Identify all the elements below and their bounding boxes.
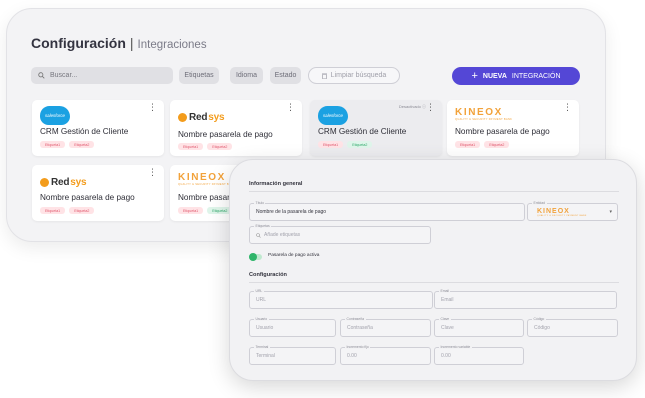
kineox-logo-icon: KINEOX QUALITY & SECURITY PAYMENT BANK bbox=[537, 207, 587, 217]
page-title: Configuración bbox=[31, 35, 126, 51]
divider bbox=[249, 282, 619, 283]
more-options-icon[interactable]: ⋮ bbox=[426, 103, 435, 112]
title-field[interactable]: Título Nombre de la pasarela de pago bbox=[249, 201, 525, 221]
clear-search-button[interactable]: Limpiar búsqueda bbox=[308, 67, 400, 84]
card-name: Nombre pasarela de pago bbox=[178, 130, 273, 139]
new-integration-button[interactable]: + NUEVA INTEGRACIÓN bbox=[452, 67, 580, 85]
password-field[interactable]: Contraseña Contraseña bbox=[340, 317, 431, 337]
tag: Etiqueta2 bbox=[207, 143, 233, 150]
tag: Etiqueta1 bbox=[40, 141, 66, 148]
filter-idioma[interactable]: Idioma bbox=[230, 67, 263, 84]
code-field[interactable]: Código Código bbox=[527, 317, 618, 337]
clear-search-label: Limpiar búsqueda bbox=[330, 72, 387, 79]
new-label: INTEGRACIÓN bbox=[511, 72, 561, 80]
divider bbox=[249, 191, 619, 192]
tags-field[interactable]: Etiquetas Añade etiquetas bbox=[249, 224, 431, 244]
card-name: CRM Gestión de Cliente bbox=[40, 127, 129, 136]
kineox-logo-icon: KINEOX QUALITY & SECURITY PAYMENT BANK bbox=[455, 107, 513, 122]
more-options-icon[interactable]: ⋮ bbox=[148, 103, 157, 112]
more-options-icon[interactable]: ⋮ bbox=[148, 168, 157, 177]
user-field[interactable]: Usuario Usuario bbox=[249, 317, 336, 337]
plus-icon: + bbox=[471, 70, 478, 82]
page-header: Configuración | Integraciones bbox=[31, 35, 207, 51]
kineox-logo-icon: KINEOX QUALITY & SECURITY PAYMENT BANK bbox=[178, 172, 236, 187]
redsys-logo-icon: Red sys bbox=[40, 177, 87, 188]
trash-icon bbox=[321, 72, 327, 79]
tag: Etiqueta2 bbox=[69, 207, 95, 214]
tag: Etiqueta1 bbox=[455, 141, 481, 148]
variable-increment-field[interactable]: Incremento variable 0.00 bbox=[434, 345, 524, 365]
tag: Etiqueta1 bbox=[318, 141, 344, 148]
tag: Etiqueta1 bbox=[178, 143, 204, 150]
new-label-bold: NUEVA bbox=[482, 72, 507, 80]
fixed-increment-field[interactable]: Incremento fijo 0.00 bbox=[340, 345, 431, 365]
more-options-icon[interactable]: ⋮ bbox=[563, 103, 572, 112]
tag: Etiqueta2 bbox=[484, 141, 510, 148]
more-options-icon[interactable]: ⋮ bbox=[286, 103, 295, 112]
search-placeholder: Buscar... bbox=[50, 72, 78, 79]
integration-card[interactable]: Red sys ⋮ Nombre pasarela de pago Etiquet… bbox=[32, 165, 164, 221]
card-name: Nombre pasarela de pago bbox=[40, 193, 135, 202]
card-name: Nombre pasarela de pago bbox=[455, 127, 550, 136]
url-field[interactable]: URL URL bbox=[249, 289, 433, 309]
title-separator: | bbox=[129, 35, 134, 51]
search-icon bbox=[38, 72, 45, 79]
integration-card[interactable]: salesforce ⋮ CRM Gestión de Cliente Etiq… bbox=[32, 100, 164, 156]
integration-card[interactable]: Red sys ⋮ Nombre pasarela de pago Etiquet… bbox=[170, 100, 302, 156]
terminal-field[interactable]: Terminal Terminal bbox=[249, 345, 336, 365]
active-toggle-label: Pasarela de pago activa bbox=[268, 253, 320, 258]
integration-form-window: Información general Título Nombre de la … bbox=[229, 159, 637, 381]
salesforce-logo-icon: salesforce bbox=[40, 106, 70, 125]
chevron-down-icon: ▾ bbox=[609, 209, 612, 215]
tag: Etiqueta2 bbox=[69, 141, 95, 148]
page-subtitle: Integraciones bbox=[137, 39, 207, 51]
salesforce-logo-icon: salesforce bbox=[318, 106, 348, 125]
redsys-logo-icon: Red sys bbox=[178, 112, 225, 123]
integration-card[interactable]: KINEOX QUALITY & SECURITY PAYMENT BANK ⋮ … bbox=[447, 100, 579, 156]
card-name: CRM Gestión de Cliente bbox=[318, 127, 407, 136]
email-field[interactable]: Email Email bbox=[434, 289, 617, 309]
filter-etiquetas[interactable]: Etiquetas bbox=[179, 67, 219, 84]
entity-select[interactable]: Entidad KINEOX QUALITY & SECURITY PAYMENT… bbox=[527, 201, 618, 221]
tag: Etiqueta2 bbox=[347, 141, 373, 148]
search-icon bbox=[256, 232, 261, 238]
tag: Etiqueta1 bbox=[40, 207, 66, 214]
search-input[interactable]: Buscar... bbox=[31, 67, 173, 84]
integration-card-disabled[interactable]: salesforce Desactivado ⓘ ⋮ CRM Gestión d… bbox=[310, 100, 442, 156]
tag: Etiqueta1 bbox=[178, 207, 204, 214]
key-field[interactable]: Clave Clave bbox=[434, 317, 524, 337]
status-badge: Desactivado ⓘ bbox=[398, 104, 426, 109]
filter-estado[interactable]: Estado bbox=[270, 67, 301, 84]
general-section-title: Información general bbox=[249, 181, 303, 187]
active-toggle[interactable] bbox=[249, 253, 262, 261]
config-section-title: Configuración bbox=[249, 272, 287, 278]
